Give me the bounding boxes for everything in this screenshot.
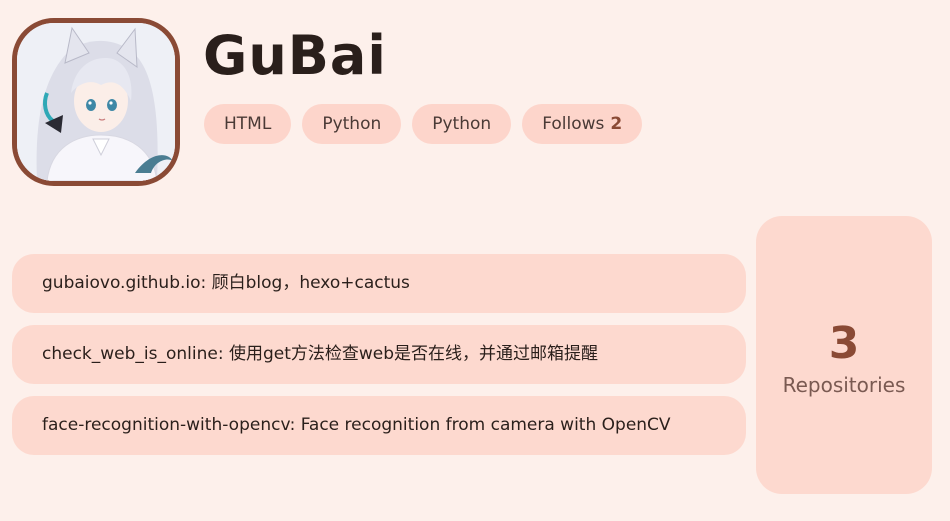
tag-list: HTML Python Python Follows 2: [204, 104, 643, 144]
repo-text: check_web_is_online: 使用get方法检查web是否在线，并通…: [42, 344, 599, 364]
repository-list: gubaiovo.github.io: 顾白blog，hexo+cactus c…: [12, 254, 746, 467]
tag-follows[interactable]: Follows 2: [522, 104, 643, 144]
tag-label: Python: [322, 114, 382, 134]
repositories-stat[interactable]: 3 Repositories: [756, 216, 932, 494]
repo-item[interactable]: face-recognition-with-opencv: Face recog…: [12, 396, 746, 455]
anime-avatar-icon[interactable]: [12, 18, 180, 186]
follows-count: 2: [610, 114, 623, 134]
repo-item[interactable]: check_web_is_online: 使用get方法检查web是否在线，并通…: [12, 325, 746, 384]
tag-python-2[interactable]: Python: [412, 104, 512, 144]
tag-python[interactable]: Python: [302, 104, 402, 144]
repo-item[interactable]: gubaiovo.github.io: 顾白blog，hexo+cactus: [12, 254, 746, 313]
repositories-label: Repositories: [782, 373, 906, 397]
repo-text: gubaiovo.github.io: 顾白blog，hexo+cactus: [42, 273, 410, 293]
tag-label: HTML: [224, 114, 272, 134]
repositories-count: 3: [828, 318, 860, 369]
tag-label: Follows: [542, 114, 605, 134]
profile-name: GuBai: [203, 24, 387, 87]
tag-label: Python: [432, 114, 492, 134]
repo-text: face-recognition-with-opencv: Face recog…: [42, 415, 671, 435]
profile-card: GuBai HTML Python Python Follows 2 gubaio…: [0, 0, 950, 521]
tag-html[interactable]: HTML: [204, 104, 292, 144]
